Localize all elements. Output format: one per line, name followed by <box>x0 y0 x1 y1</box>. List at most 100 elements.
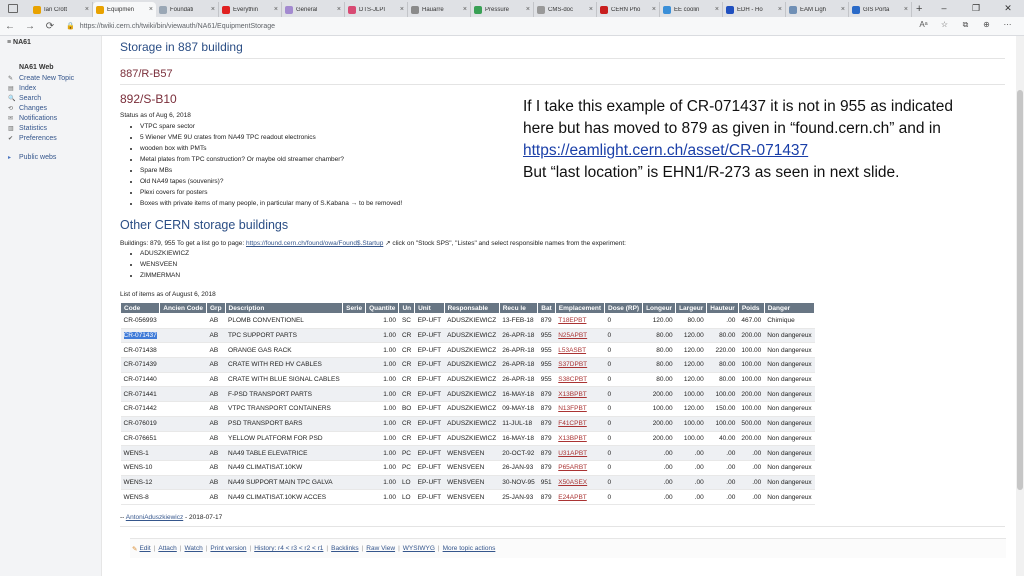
table-cell[interactable]: X13BPBT <box>555 431 605 447</box>
sidebar-item-create-new-topic[interactable]: ✎ Create New Topic <box>8 73 74 83</box>
location-link[interactable]: N25APBT <box>558 332 587 339</box>
column-header[interactable]: Largeur <box>675 302 708 314</box>
column-header[interactable]: Longeur <box>642 302 677 314</box>
location-link[interactable]: L53ASBT <box>558 347 586 354</box>
tab-close-icon[interactable]: × <box>274 6 278 13</box>
sidebar-item-notifications[interactable]: ✉ Notifications <box>8 113 74 123</box>
column-header[interactable]: Recu le <box>498 302 539 314</box>
tab-3[interactable]: Everythin × <box>219 2 282 17</box>
location-link[interactable]: S38CPBT <box>558 376 587 383</box>
location-link[interactable]: E24APBT <box>558 494 587 501</box>
column-header[interactable]: Ancien Code <box>159 302 207 314</box>
sidebar-item-changes[interactable]: ⟲ Changes <box>8 103 74 113</box>
location-link[interactable]: N13FPBT <box>558 405 587 412</box>
tab-5[interactable]: DTS-JLPI × <box>345 2 408 17</box>
column-header[interactable]: Danger <box>763 302 816 314</box>
tab-13[interactable]: GIS Porta × <box>849 2 912 17</box>
tab-actions-icon[interactable] <box>8 4 18 13</box>
table-cell[interactable]: U31APBT <box>555 445 605 461</box>
tab-close-icon[interactable]: × <box>589 6 593 13</box>
eamlight-link[interactable]: https://eamlight.cern.ch/asset/CR-071437 <box>523 142 808 159</box>
back-button[interactable]: ← <box>0 21 20 32</box>
tab-12[interactable]: EAM Ligh × <box>786 2 849 17</box>
table-cell[interactable]: L53ASBT <box>555 342 605 359</box>
sidebar-item-preferences[interactable]: ✔ Preferences <box>8 133 74 143</box>
reload-button[interactable]: ⟳ <box>40 21 60 32</box>
column-header[interactable]: Serie <box>342 302 367 314</box>
location-link[interactable]: X13BPBT <box>558 435 587 442</box>
column-header[interactable]: Poids <box>737 302 765 314</box>
collections-icon[interactable]: ⧉ <box>955 20 976 30</box>
tab-7[interactable]: Pressure × <box>471 2 534 17</box>
minimize-button[interactable]: – <box>928 0 960 17</box>
scrollbar-thumb[interactable] <box>1017 90 1023 490</box>
tab-8[interactable]: CMS-doc × <box>534 2 597 17</box>
action-history[interactable]: History: r4 < r3 < r2 < r1 <box>254 545 323 552</box>
tab-4[interactable]: General × <box>282 2 345 17</box>
sidebar-web-title[interactable]: NA61 Web <box>19 64 54 71</box>
tab-close-icon[interactable]: × <box>904 6 908 13</box>
column-header[interactable]: Un <box>398 302 416 314</box>
new-tab-button[interactable]: + <box>916 2 922 17</box>
more-menu-icon[interactable]: ⋯ <box>997 20 1018 30</box>
tab-9[interactable]: CERN Pho × <box>597 2 660 17</box>
tab-6[interactable]: Hauarre × <box>408 2 471 17</box>
tab-close-icon[interactable]: × <box>211 6 215 13</box>
forward-button[interactable]: → <box>20 21 40 32</box>
table-cell[interactable]: X13BPBT <box>555 386 605 403</box>
tab-close-icon[interactable]: × <box>841 6 845 13</box>
location-link[interactable]: X13BPBT <box>558 391 587 398</box>
tab-close-icon[interactable]: × <box>463 6 467 13</box>
found-cern-link[interactable]: https://found.cern.ch/found/owa/Found$.S… <box>246 240 383 247</box>
sidebar-item-search[interactable]: 🔍 Search <box>8 93 74 103</box>
tab-close-icon[interactable]: × <box>652 6 656 13</box>
column-header[interactable]: Unit <box>414 302 445 314</box>
table-cell[interactable]: T18EPBT <box>555 313 605 329</box>
location-link[interactable]: F41CPBT <box>558 420 587 427</box>
action-raw-view[interactable]: Raw View <box>366 545 395 552</box>
tab-close-icon[interactable]: × <box>337 6 341 13</box>
action-edit[interactable]: Edit <box>139 545 150 552</box>
table-cell[interactable]: P65ARBT <box>555 460 605 476</box>
location-link[interactable]: S37DPBT <box>558 361 587 368</box>
read-aloud-icon[interactable]: Aᵃ <box>913 20 934 30</box>
location-link[interactable]: X50ASEX <box>558 479 587 486</box>
page-scrollbar[interactable] <box>1016 36 1024 576</box>
table-cell[interactable]: N13FPBT <box>555 401 605 417</box>
tab-0[interactable]: Ian Crott × <box>30 2 93 17</box>
column-header[interactable]: Emplacement <box>554 302 606 314</box>
tab-10[interactable]: EE coolin × <box>660 2 723 17</box>
favorite-star-icon[interactable]: ☆ <box>934 20 955 30</box>
column-header[interactable]: Quantite <box>365 302 400 314</box>
sidebar-item-statistics[interactable]: ▥ Statistics <box>8 123 74 133</box>
tab-close-icon[interactable]: × <box>526 6 530 13</box>
extensions-icon[interactable]: ⊕ <box>976 20 997 30</box>
close-window-button[interactable]: ✕ <box>992 0 1024 17</box>
action-watch[interactable]: Watch <box>185 545 203 552</box>
location-link[interactable]: U31APBT <box>558 450 587 457</box>
author-link[interactable]: AntoniAduszkiewicz <box>126 514 183 521</box>
column-header[interactable]: Dose (RP) <box>604 302 644 314</box>
column-header[interactable]: Grp <box>205 302 226 314</box>
tab-2[interactable]: Foundati × <box>156 2 219 17</box>
table-cell[interactable]: S38CPBT <box>555 372 605 388</box>
location-link[interactable]: P65ARBT <box>558 464 587 471</box>
tab-close-icon[interactable]: × <box>400 6 404 13</box>
table-cell[interactable]: X50ASEX <box>555 475 605 491</box>
column-header[interactable]: Hauteur <box>706 302 739 314</box>
action-backlinks[interactable]: Backlinks <box>331 545 358 552</box>
column-header[interactable]: Bat <box>537 302 556 314</box>
action-more-topic-actions[interactable]: More topic actions <box>443 545 496 552</box>
action-attach[interactable]: Attach <box>158 545 176 552</box>
sidebar-item-index[interactable]: ▤ Index <box>8 83 74 93</box>
web-name[interactable]: ≡ NA61 <box>7 39 31 46</box>
tab-11[interactable]: EDH - Ho × <box>723 2 786 17</box>
table-cell[interactable]: E24APBT <box>555 489 605 505</box>
action-print-version[interactable]: Print version <box>210 545 246 552</box>
action-wysiwyg[interactable]: WYSIWYG <box>403 545 435 552</box>
sidebar-item-public-webs[interactable]: ▸ Public webs <box>8 154 56 161</box>
tab-1[interactable]: Equipmen × <box>93 2 156 17</box>
maximize-button[interactable]: ❐ <box>960 0 992 17</box>
column-header[interactable]: Description <box>224 302 344 314</box>
table-cell[interactable]: F41CPBT <box>555 416 605 432</box>
